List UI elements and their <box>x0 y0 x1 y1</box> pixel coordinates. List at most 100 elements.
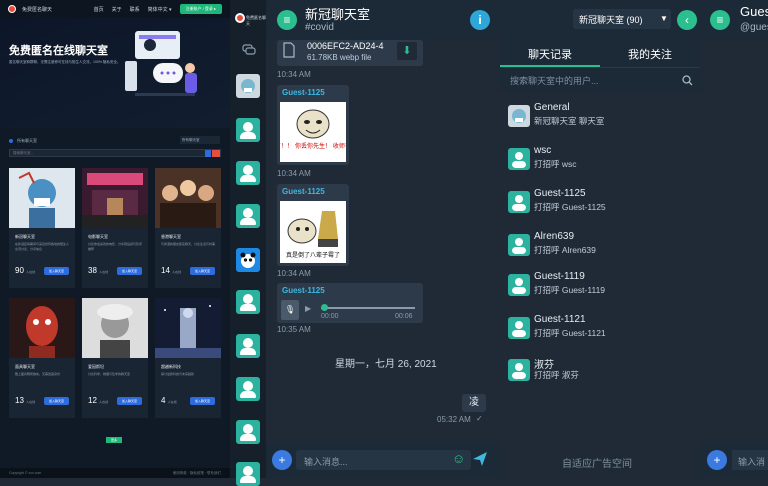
join-room-button[interactable]: 加入聊天室 <box>44 267 69 275</box>
room-card-covid[interactable]: 新冠聊天室 在新冠疫情期间与来自世界各地的陌生人交流讨论、分享信息 90 人在线… <box>9 168 75 288</box>
list-item-desc: 打招呼 Guest-1125 <box>534 202 606 212</box>
list-item[interactable]: Guest-1121 打招呼 Guest-1121 <box>508 314 698 350</box>
user-avatar-icon <box>508 359 530 381</box>
room-thumbnail-icon <box>241 79 255 93</box>
add-attachment-icon[interactable]: + <box>707 450 727 470</box>
join-room-button[interactable]: 加入聊天室 <box>117 397 142 405</box>
register-button[interactable]: 注册账户 / 登录 ▸ <box>179 4 222 14</box>
room-card-tech[interactable]: 超越新科技 探讨最新科技与未来趋势 4 人在线 加入聊天室 <box>155 298 221 418</box>
room-card-movie[interactable]: 电影聊天室 讨论你最喜欢的电影，分享观后感与影评推荐 38 人在线 加入聊天室 <box>82 168 148 288</box>
sidebar-user-avatar[interactable] <box>236 420 260 444</box>
footer: Copyright © xxx.com 使用条款 · 隐私政策 · 联系我们 <box>0 468 230 478</box>
list-item-desc: 打招呼 wsc <box>534 159 577 169</box>
rooms-section: 所有聊天室 所有聊天室 搜索聊天室... 新冠聊天室 在新冠疫情期间与来自世界各… <box>0 128 230 468</box>
sticker-message[interactable]: Guest-1125 真是倒了八辈子霉了 <box>277 184 349 266</box>
join-room-button[interactable]: 加入聊天室 <box>190 267 215 275</box>
section-label: 所有聊天室 <box>17 138 37 143</box>
sticker-image: 要冲级了！！ 你丢你先生！ 收师哥事前！ <box>280 102 346 162</box>
message-time: 10:34 AM <box>277 169 311 178</box>
room-card-hongkong[interactable]: 香港聊天室 与香港的朋友匿名聊天，讨论生活与时事 14 人在线 加入聊天室 <box>155 168 221 288</box>
file-meta: 61.78KB webp file <box>307 53 372 62</box>
message-sender: Guest-1125 <box>282 187 325 196</box>
download-icon[interactable]: ⬇ <box>397 42 417 60</box>
message-input-bar: + 输入消息... ☺ <box>266 442 500 478</box>
sidebar-user-avatar[interactable] <box>236 118 260 142</box>
join-room-button[interactable]: 加入聊天室 <box>44 397 69 405</box>
clear-icon[interactable] <box>212 150 220 157</box>
user-search-input[interactable]: 搜索聊天室中的用户... <box>500 67 700 91</box>
nav-about[interactable]: 关于 <box>112 6 122 13</box>
emoji-icon[interactable]: ☺ <box>452 451 465 466</box>
list-item[interactable]: wsc 打招呼 wsc <box>508 145 698 181</box>
logo-icon[interactable] <box>235 13 245 23</box>
file-icon <box>283 42 295 58</box>
list-item-name: Guest-1121 <box>534 314 586 325</box>
brand-name[interactable]: 免费匿名聊天 <box>22 6 52 13</box>
audio-progress-handle[interactable] <box>321 304 328 311</box>
chat-bubbles-icon[interactable] <box>242 44 256 56</box>
add-attachment-icon[interactable]: + <box>272 450 292 470</box>
join-room-button[interactable]: 加入聊天室 <box>190 397 215 405</box>
list-item[interactable]: General 新冠聊天室 聊天室 <box>508 102 698 138</box>
logo-icon[interactable] <box>8 5 16 13</box>
room-card-desc: 戴上面具畅所欲言，无需透露身份 <box>15 372 61 376</box>
search-icon[interactable] <box>682 75 693 86</box>
room-card-mask[interactable]: 面具聊天室 戴上面具畅所欲言，无需透露身份 13 人在线 加入聊天室 <box>9 298 75 418</box>
tab-my-follows[interactable]: 我的关注 <box>600 40 700 67</box>
back-icon[interactable]: ‹ <box>677 10 697 30</box>
list-item[interactable]: Guest-1119 打招呼 Guest-1119 <box>508 271 698 307</box>
sticker-message[interactable]: Guest-1125 要冲级了！！ 你丢你先生！ 收师哥事前！ <box>277 85 349 165</box>
more-rooms-button[interactable]: 更多 <box>106 437 122 443</box>
sidebar-user-avatar[interactable] <box>236 161 260 185</box>
sidebar-user-avatar[interactable] <box>236 290 260 314</box>
room-filter-select[interactable]: 所有聊天室 <box>180 136 220 144</box>
nav-contact[interactable]: 联系 <box>130 6 140 13</box>
language-select[interactable]: 简体中文 ▾ <box>148 6 172 13</box>
play-icon[interactable]: ▶ <box>305 304 311 313</box>
room-card-count-value: 12 <box>88 396 97 405</box>
tab-chat-history[interactable]: 聊天记录 <box>500 40 600 67</box>
chat-subtitle: #covid <box>305 22 334 33</box>
sticker-image: 真是倒了八辈子霉了 <box>280 201 346 263</box>
room-selector[interactable]: 新冠聊天室 (90) <box>573 9 671 29</box>
sidebar-room-general[interactable] <box>236 74 260 98</box>
list-item[interactable]: 淑芬 打招呼 淑芬 <box>508 356 698 392</box>
own-message[interactable]: 凌 <box>462 394 486 412</box>
user-list-tabs: 聊天记录 我的关注 <box>500 40 700 67</box>
audio-message[interactable]: Guest-1125 🎙 ▶ 00:00 00:06 <box>277 283 423 323</box>
list-item[interactable]: Guest-1125 打招呼 Guest-1125 <box>508 188 698 224</box>
sticker-caption: 真是倒了八辈子霉了 <box>286 251 340 259</box>
search-icon[interactable] <box>205 150 211 157</box>
message-input[interactable]: 输入消息... <box>296 450 471 470</box>
user-search-placeholder: 搜索聊天室中的用户... <box>510 76 599 86</box>
file-message[interactable]: 0006EFC2-AD24-4 61.78KB webp file ⬇ <box>277 40 423 66</box>
room-card-desc: 与香港的朋友匿名聊天，讨论生活与时事 <box>161 242 216 246</box>
message-input[interactable]: 输入消 <box>732 450 768 470</box>
chat-panel: 免费匿名聊天 ≡ i 新冠聊天室 #covid 0006EFC2-AD24-4 … <box>230 0 500 486</box>
list-item[interactable]: Alren639 打招呼 Alren639 <box>508 231 698 267</box>
sidebar-user-avatar[interactable] <box>236 204 260 228</box>
partial-input-placeholder: 输入消 <box>738 457 766 467</box>
join-room-button[interactable]: 加入聊天室 <box>117 267 142 275</box>
sidebar-user-avatar[interactable] <box>236 334 260 358</box>
audio-progress-bar[interactable] <box>321 307 415 309</box>
hero-description: 匿名聊天室和群聊，无需注册即可在线与陌生人交流，100% 隐私安全。 <box>9 60 121 64</box>
room-selector-label: 新冠聊天室 (90) <box>579 15 643 25</box>
sidebar-user-avatar[interactable] <box>236 462 260 486</box>
nav-home[interactable]: 首页 <box>94 6 104 13</box>
room-card-desc: 探讨最新科技与未来趋势 <box>161 372 195 376</box>
chevron-down-icon[interactable]: ▼ <box>660 14 668 23</box>
sidebar-panda-avatar[interactable] <box>236 248 260 272</box>
room-card-einstein[interactable]: 爱因斯坦 讨论科学、物理与哲学的聊天室 12 人在线 加入聊天室 <box>82 298 148 418</box>
room-search-input[interactable]: 搜索聊天室... <box>9 149 221 157</box>
menu-icon[interactable]: ≡ <box>710 10 730 30</box>
footer-links[interactable]: 使用条款 · 隐私政策 · 联系我们 <box>173 471 221 475</box>
menu-icon[interactable]: ≡ <box>277 10 297 30</box>
user-avatar-icon <box>508 317 530 339</box>
user-avatar-icon <box>508 274 530 296</box>
info-icon[interactable]: i <box>470 10 490 30</box>
audio-current-time: 00:00 <box>321 313 339 320</box>
date-separator: 星期一，七月 26, 2021 <box>335 359 437 370</box>
send-icon[interactable] <box>472 451 488 467</box>
sidebar-user-avatar[interactable] <box>236 377 260 401</box>
